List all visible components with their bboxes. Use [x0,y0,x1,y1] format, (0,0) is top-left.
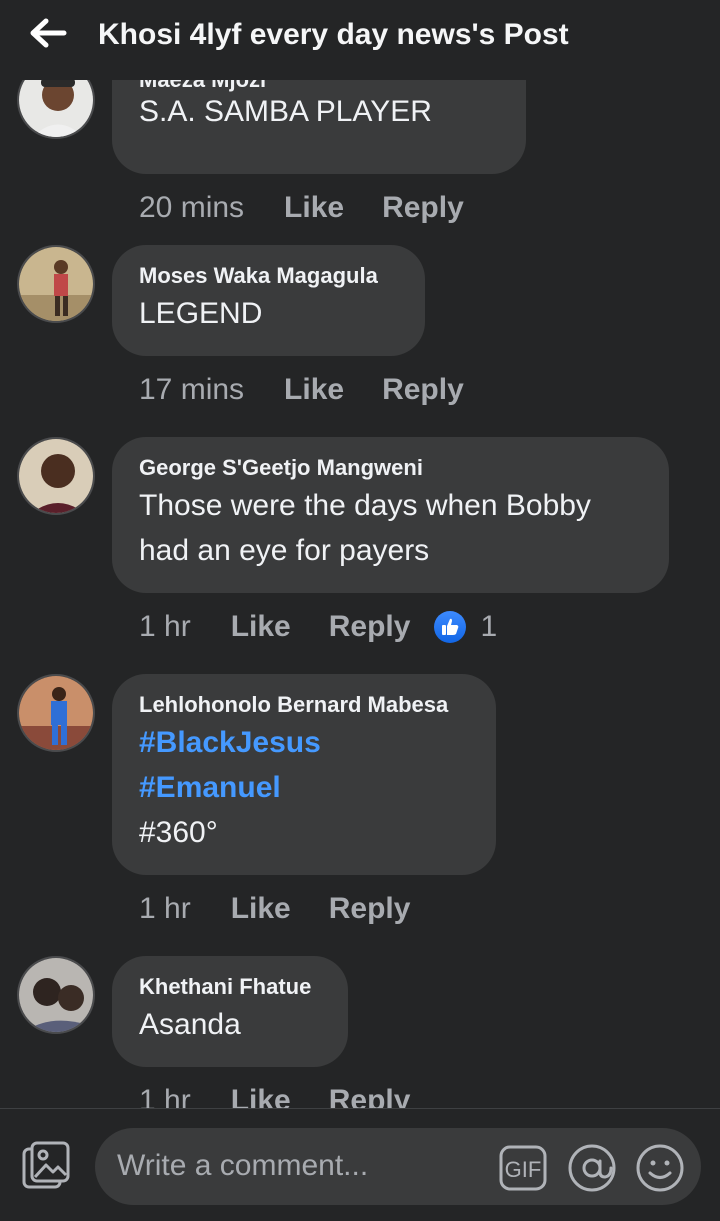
gif-button[interactable]: GIF [498,1144,548,1192]
top-bar: Khosi 4lyf every day news's Post [0,0,720,80]
comment-author[interactable]: Khethani Fhatue [139,972,321,1002]
avatar[interactable] [17,437,95,515]
reaction-count: 1 [480,610,498,643]
mention-button[interactable] [567,1143,617,1193]
thumbs-up-icon [434,611,467,643]
reply-button[interactable]: Reply [382,373,464,407]
comment-actions: 1 hr Like Reply [139,1081,410,1108]
reaction-summary[interactable]: 1 [434,610,497,644]
comment-bubble[interactable]: Lehlohonolo Bernard Mabesa #BlackJesus #… [112,674,496,875]
reply-button[interactable]: Reply [329,610,411,644]
like-button[interactable]: Like [284,191,344,225]
comment-bubble[interactable]: Khethani Fhatue Asanda [112,956,348,1067]
like-button[interactable]: Like [231,610,291,644]
comment-time: 1 hr [139,892,191,925]
comment-actions: 1 hr Like Reply [139,889,410,929]
comment-text: Asanda [139,1008,241,1041]
comment-text: Those were the days when Bobby [139,489,591,522]
comment-time: 1 hr [139,1084,191,1108]
comment-time: 17 mins [139,373,245,406]
emoji-icon [636,1144,684,1192]
comment-text: LEGEND [139,297,263,330]
comment-text: had an eye for payers [139,534,430,567]
add-photo-button[interactable] [20,1139,74,1193]
avatar[interactable] [17,674,95,752]
back-button[interactable] [28,16,68,50]
gif-label: GIF [505,1157,542,1182]
photo-icon [22,1141,70,1189]
comment-bubble[interactable]: Moses Waka Magagula LEGEND [112,245,425,356]
comment-field: GIF [95,1128,701,1205]
reply-button[interactable]: Reply [329,892,411,926]
post-title: Khosi 4lyf every day news's Post [98,18,569,51]
back-arrow-icon [30,18,67,48]
comment-author[interactable]: George S'Geetjo Mangweni [139,453,642,483]
like-button[interactable]: Like [231,1084,291,1108]
comment-composer: GIF [0,1108,720,1221]
like-button[interactable]: Like [231,892,291,926]
comment-time: 1 hr [139,610,191,643]
avatar[interactable] [17,245,95,323]
like-button[interactable]: Like [284,373,344,407]
comment-text: S.A. SAMBA PLAYER [139,95,432,128]
comment-text: #360° [139,816,218,849]
emoji-button[interactable] [635,1143,685,1193]
comment-author[interactable]: Maeza Mjozi [139,80,266,93]
comment-bubble[interactable]: Maeza Mjozi S.A. SAMBA PLAYER [112,80,526,174]
comment-actions: 1 hr Like Reply 1 [139,607,497,647]
reply-button[interactable]: Reply [382,191,464,225]
comment-bubble[interactable]: George S'Geetjo Mangweni Those were the … [112,437,669,593]
comment-actions: 20 mins Like Reply [139,188,464,228]
comment-input[interactable] [117,1146,487,1186]
hashtag-link[interactable]: #BlackJesus [139,720,469,765]
reply-button[interactable]: Reply [329,1084,411,1108]
comment-author[interactable]: Lehlohonolo Bernard Mabesa [139,690,469,720]
avatar[interactable] [17,80,95,139]
avatar[interactable] [17,956,95,1034]
comment-author[interactable]: Moses Waka Magagula [139,261,398,291]
comment-list[interactable]: Maeza Mjozi S.A. SAMBA PLAYER 20 mins Li… [0,80,720,1108]
comment-time: 20 mins [139,191,245,224]
comment-actions: 17 mins Like Reply [139,370,464,410]
gif-icon: GIF [499,1145,547,1191]
at-icon [568,1144,616,1192]
hashtag-link[interactable]: #Emanuel [139,765,469,810]
